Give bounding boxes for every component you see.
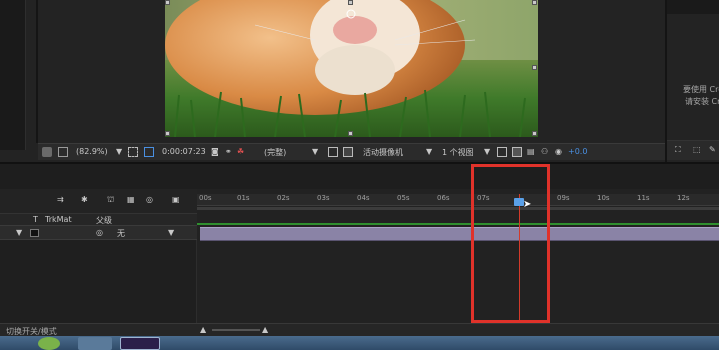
timeline-icon[interactable]: ▤ [527, 147, 535, 156]
panel-tab-bar [667, 0, 719, 14]
layer-list-empty [0, 240, 197, 326]
transparency-grid-icon[interactable] [343, 147, 353, 157]
transform-handle[interactable] [348, 0, 353, 5]
mask-visibility-icon[interactable] [144, 147, 154, 157]
transform-handle[interactable] [348, 131, 353, 136]
fast-preview-icon[interactable] [512, 147, 522, 157]
ruler-tick-label: 00s [199, 194, 212, 202]
highlight-annotation [471, 164, 550, 323]
project-panel-edge [0, 0, 26, 150]
right-info-panel: 要使用 Cre 请安装 Cre ⛶ ⬚ ✎ [665, 0, 719, 162]
camera-select[interactable]: 活动摄像机 [363, 147, 403, 158]
channel-icon[interactable]: ☘ [237, 147, 244, 156]
pixel-aspect-icon[interactable] [497, 147, 507, 157]
ruler-tick-label: 01s [237, 194, 250, 202]
layer-row[interactable]: ▼ ◎ 无 ▼ [0, 225, 197, 240]
region-of-interest-icon[interactable] [328, 147, 338, 157]
taskbar-app-icon[interactable] [78, 337, 112, 350]
camera-snapshot-icon[interactable]: ◙ [211, 147, 219, 156]
timeline-graph[interactable]: 00s 01s 02s 03s 04s 05s 06s 07s 09s 10s 11s 12s ➤ [197, 189, 719, 326]
transform-handle[interactable] [532, 65, 537, 70]
transform-handle[interactable] [532, 131, 537, 136]
work-area-bar[interactable] [197, 207, 719, 210]
brush-icon[interactable]: ✎ [709, 145, 716, 154]
column-trkmat: TrkMat [45, 215, 72, 224]
zoom-in-icon[interactable]: ▲ [262, 325, 268, 334]
timeline-column-header: T TrkMat 父级 [0, 213, 197, 225]
zoom-level[interactable]: (82.9%) [76, 147, 108, 156]
flowchart-icon[interactable]: ⚇ [541, 147, 548, 156]
chevron-down-icon[interactable]: ▼ [16, 228, 22, 237]
resolution-select[interactable]: (完整) [264, 147, 286, 158]
view-layout-select[interactable]: 1 个视图 [442, 147, 474, 158]
info-message-line: 要使用 Cre [683, 85, 719, 94]
chevron-down-icon[interactable]: ▼ [426, 147, 432, 156]
transform-handle[interactable] [532, 0, 537, 5]
composition-frame-image[interactable] [165, 0, 538, 137]
panel-divider[interactable] [36, 0, 38, 143]
exposure-value[interactable]: +0.0 [568, 147, 587, 156]
after-effects-taskbar-icon[interactable] [120, 337, 160, 350]
composition-viewer: (82.9%) ▼ 0:00:07:23 ◙ ⚭ ☘ (完整) ▼ 活动摄像机 … [0, 0, 665, 162]
zoom-slider[interactable] [212, 329, 260, 331]
column-t: T [33, 215, 38, 224]
ruler-tick-label: 09s [557, 194, 570, 202]
motion-blur-icon[interactable]: ◎ [146, 195, 153, 204]
reset-exposure-icon[interactable]: ◉ [555, 147, 562, 156]
shape-icon[interactable]: ⬚ [693, 145, 701, 154]
ruler-tick-label: 05s [397, 194, 410, 202]
comp-flowchart-icon[interactable]: ⇉ [57, 195, 64, 204]
ruler-tick-label: 06s [437, 194, 450, 202]
timeline-panel: ⇉ ✱ ⛫ ▦ ◎ ▣ T TrkMat 父级 ▼ ◎ 无 ▼ 00s 01s 02… [0, 162, 719, 326]
frame-blending-icon[interactable]: ▦ [127, 195, 135, 204]
chevron-down-icon[interactable]: ▼ [312, 147, 318, 156]
system-tray[interactable] [480, 337, 600, 350]
draft-3d-icon[interactable]: ✱ [81, 195, 88, 204]
always-preview-icon[interactable] [42, 147, 52, 157]
ruler-tick-label: 02s [277, 194, 290, 202]
ruler-tick-label: 12s [677, 194, 690, 202]
chevron-down-icon[interactable]: ▼ [168, 228, 174, 237]
safe-zones-icon[interactable] [128, 147, 138, 157]
viewer-toolbar: (82.9%) ▼ 0:00:07:23 ◙ ⚭ ☘ (完整) ▼ 活动摄像机 … [38, 143, 665, 160]
ruler-tick-label: 04s [357, 194, 370, 202]
shy-layers-icon[interactable]: ⛫ [107, 195, 114, 205]
ruler-tick-label: 11s [637, 194, 650, 202]
lock-icon[interactable]: ⛶ [675, 145, 681, 155]
chevron-down-icon[interactable]: ▼ [484, 147, 490, 156]
timeline-switches-header: ⇉ ✱ ⛫ ▦ ◎ ▣ [0, 189, 197, 213]
parent-select[interactable]: 无 [117, 228, 125, 239]
zoom-out-icon[interactable]: ▲ [200, 325, 206, 334]
panel-toolbar: ⛶ ⬚ ✎ [667, 140, 719, 160]
layer-duration-bar[interactable] [200, 227, 719, 241]
info-message-line: 请安装 Cre [685, 97, 719, 106]
pick-whip-icon[interactable]: ◎ [96, 228, 103, 237]
trkmat-select[interactable] [30, 229, 39, 237]
transform-handle[interactable] [165, 131, 170, 136]
windows-taskbar [0, 336, 719, 350]
show-snapshot-icon[interactable]: ⚭ [225, 147, 232, 156]
ruler-tick-label: 03s [317, 194, 330, 202]
layer-range-indicator [197, 223, 719, 225]
chevron-down-icon[interactable]: ▼ [116, 147, 122, 156]
timeline-status-bar: 切换开关/模式 ▲ ▲ [0, 323, 719, 336]
start-button-icon[interactable] [38, 337, 60, 350]
monitor-icon[interactable] [58, 147, 68, 157]
time-ruler[interactable]: 00s 01s 02s 03s 04s 05s 06s 07s 09s 10s 11s 12s [197, 194, 719, 206]
graph-editor-icon[interactable]: ▣ [172, 195, 180, 204]
current-timecode[interactable]: 0:00:07:23 [162, 147, 206, 156]
guinea-pig-photo [165, 0, 538, 137]
ruler-tick-label: 10s [597, 194, 610, 202]
transform-handle[interactable] [165, 0, 170, 5]
